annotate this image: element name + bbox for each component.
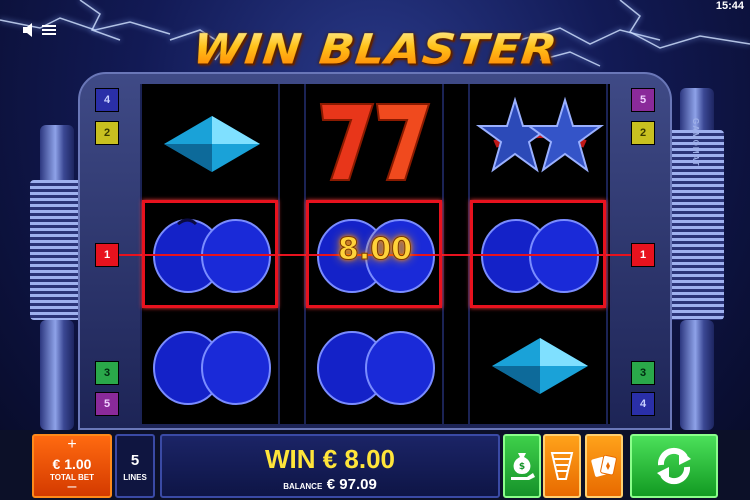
line-marker-left-3[interactable]: 3	[95, 361, 119, 385]
win-text: WIN € 8.00	[264, 444, 396, 474]
line-marker-left-4[interactable]: 4	[95, 88, 119, 112]
symbol-star	[470, 84, 610, 194]
right-pipe-lower	[680, 320, 714, 430]
symbol-plum	[306, 311, 446, 421]
win-amount-overlay: 8.00	[337, 232, 413, 268]
line-marker-right-4[interactable]: 4	[631, 392, 655, 416]
symbol-plum	[142, 311, 282, 421]
line-marker-right-1[interactable]: 1	[631, 243, 655, 267]
line-marker-right-5[interactable]: 5	[631, 88, 655, 112]
symbol-diamond	[470, 311, 610, 421]
game-screen: 15:44 WIN BLASTER GAMOMAT 8.00 4 2 1 3 5…	[0, 0, 750, 500]
lines-display[interactable]: 5 LINES	[115, 434, 155, 498]
symbol-diamond	[142, 89, 282, 199]
balance-value: € 97.09	[326, 476, 377, 493]
left-coil	[30, 180, 84, 320]
bet-increase-button[interactable]: +	[34, 437, 110, 453]
logo-text: WIN BLASTER	[190, 24, 560, 74]
win-balance-panel: WIN € 8.00 BALANCE € 97.09	[160, 434, 500, 498]
line-marker-left-1[interactable]: 1	[95, 243, 119, 267]
line-marker-left-5[interactable]: 5	[95, 392, 119, 416]
cards-icon	[591, 454, 617, 477]
left-pipe-lower	[40, 320, 74, 430]
paytable-button[interactable]	[543, 434, 581, 498]
game-logo: WIN BLASTER	[0, 22, 750, 76]
line-marker-right-3[interactable]: 3	[631, 361, 655, 385]
money-bag-hand-icon: $	[511, 453, 535, 480]
clock: 15:44	[715, 0, 744, 12]
win-box-reel-1	[142, 200, 278, 308]
lines-label: LINES	[123, 473, 147, 482]
brand-label: GAMOMAT	[691, 118, 700, 167]
balance-label: BALANCE	[283, 482, 323, 491]
total-bet-control: + € 1.00 TOTAL BET –	[32, 434, 112, 498]
line-marker-right-2[interactable]: 2	[631, 121, 655, 145]
spin-arrows-icon	[657, 447, 691, 485]
bet-decrease-button[interactable]: –	[34, 479, 110, 495]
paytable-icon	[550, 452, 574, 480]
spin-button[interactable]	[630, 434, 718, 498]
bet-value: € 1.00	[52, 456, 92, 472]
lines-value: 5	[130, 452, 140, 469]
symbol-seven	[306, 84, 446, 194]
gamble-button[interactable]: $	[503, 434, 541, 498]
card-gamble-button[interactable]	[585, 434, 623, 498]
win-box-reel-3	[470, 200, 606, 308]
line-marker-left-2[interactable]: 2	[95, 121, 119, 145]
svg-text:$: $	[519, 462, 525, 472]
balance: BALANCE € 97.09	[162, 476, 498, 494]
